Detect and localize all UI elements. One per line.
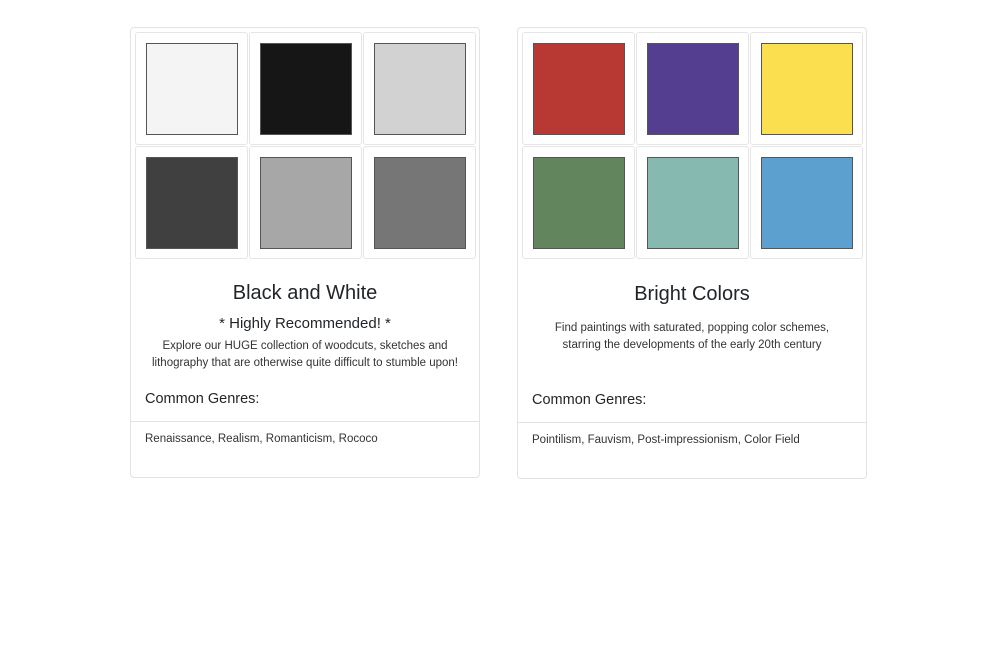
color-swatch [760, 156, 853, 249]
color-swatch [760, 42, 853, 135]
color-swatch [373, 156, 466, 249]
swatch-cell [135, 32, 248, 145]
swatch-cell [750, 32, 863, 145]
color-swatch [259, 156, 352, 249]
swatch-grid [522, 32, 866, 259]
swatch-cell [750, 146, 863, 259]
swatch-cell [636, 146, 749, 259]
color-swatch [532, 42, 625, 135]
card-bright-colors[interactable]: Bright Colors Find paintings with satura… [517, 27, 867, 479]
color-swatch [145, 156, 238, 249]
card-title: Bright Colors [634, 283, 750, 305]
color-swatch [532, 156, 625, 249]
swatch-cell [249, 146, 362, 259]
genres-heading: Common Genres: [145, 391, 260, 407]
card-subtitle: * Highly Recommended! * [219, 315, 391, 332]
color-swatch [259, 42, 352, 135]
color-swatch [646, 156, 739, 249]
card-black-and-white[interactable]: Black and White * Highly Recommended! * … [130, 27, 480, 478]
divider [518, 422, 866, 423]
color-swatch [373, 42, 466, 135]
divider [131, 421, 479, 422]
swatch-grid [135, 32, 479, 259]
genres-list: Renaissance, Realism, Romanticism, Rococ… [145, 433, 378, 445]
swatch-cell [522, 32, 635, 145]
swatch-cell [363, 146, 476, 259]
card-description: Explore our HUGE collection of woodcuts,… [152, 340, 458, 369]
card-description: Find paintings with saturated, popping c… [554, 322, 830, 351]
swatch-cell [636, 32, 749, 145]
swatch-cell [135, 146, 248, 259]
swatch-cell [522, 146, 635, 259]
swatch-cell [249, 32, 362, 145]
swatch-cell [363, 32, 476, 145]
color-swatch [145, 42, 238, 135]
genres-list: Pointilism, Fauvism, Post-impressionism,… [532, 434, 800, 446]
color-swatch [646, 42, 739, 135]
card-title: Black and White [232, 282, 378, 304]
genres-heading: Common Genres: [532, 392, 647, 408]
